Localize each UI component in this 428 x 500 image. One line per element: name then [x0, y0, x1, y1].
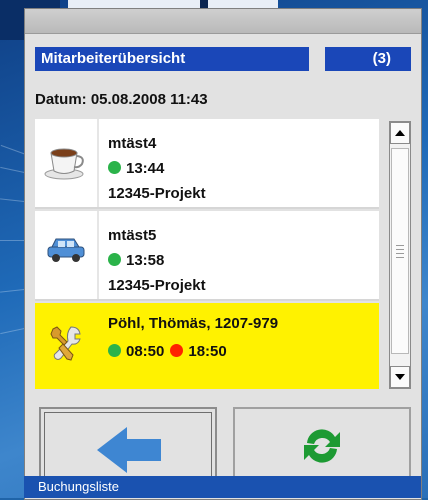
back-button[interactable] — [39, 407, 217, 479]
employee-name: mtäst5 — [108, 227, 157, 244]
refresh-button[interactable] — [233, 407, 411, 479]
arrow-left-icon — [97, 427, 161, 473]
employee-project: 12345-Projekt — [108, 277, 206, 294]
scroll-thumb[interactable] — [391, 148, 409, 354]
page-title: Mitarbeiterübersicht — [35, 47, 309, 71]
scroll-down-button[interactable] — [390, 366, 410, 388]
scroll-up-button[interactable] — [390, 122, 410, 144]
panel-title-bar — [25, 9, 421, 34]
arrow-up-icon — [395, 130, 405, 136]
employee-count: (3) — [325, 47, 411, 71]
vertical-scrollbar[interactable] — [389, 121, 411, 389]
time-out: 18:50 — [188, 343, 227, 360]
status-absent-icon — [170, 344, 184, 357]
tools-icon — [50, 326, 81, 361]
status-present-icon — [108, 253, 121, 266]
time-in: 08:50 — [126, 343, 165, 360]
employee-overview-panel: Mitarbeiterübersicht (3) Datum: 05.08.20… — [24, 8, 422, 500]
car-icon — [47, 238, 85, 262]
employee-name: Pöhl, Thömäs, 1207-979 — [108, 315, 279, 332]
refresh-icon — [304, 429, 340, 463]
arrow-down-icon — [395, 374, 405, 380]
list-item[interactable]: mtäst4 13:44 12345-Projekt — [35, 119, 379, 209]
time-in: 13:44 — [126, 160, 165, 177]
time-in: 13:58 — [126, 252, 165, 269]
employee-project: 12345-Projekt — [108, 185, 206, 202]
list-item[interactable]: mtäst5 13:58 12345-Projekt — [35, 211, 379, 301]
date-label: Datum: 05.08.2008 11:43 — [35, 91, 208, 108]
status-present-icon — [108, 161, 121, 174]
employee-list: mtäst4 13:44 12345-Projekt mtäst5 13:58 … — [35, 119, 379, 389]
coffee-cup-icon — [44, 148, 84, 180]
employee-name: mtäst4 — [108, 135, 157, 152]
status-bar: Buchungsliste — [24, 476, 421, 498]
list-item-selected[interactable]: Pöhl, Thömäs, 1207-979 08:50 18:50 — [35, 303, 379, 389]
status-present-icon — [108, 344, 121, 357]
